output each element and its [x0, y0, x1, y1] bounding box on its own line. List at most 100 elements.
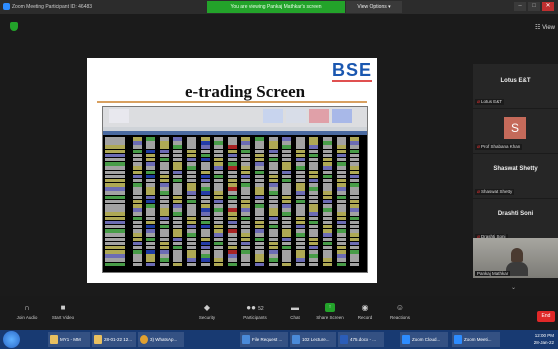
terminal-cell [187, 204, 196, 208]
terminal-cell [309, 166, 319, 170]
minimize-button[interactable]: – [514, 2, 526, 11]
terminal-cell [187, 170, 196, 174]
clock-time: 12:00 PM [534, 333, 554, 338]
terminal-cell [323, 199, 332, 204]
taskbar-item[interactable]: MY1 - MM [48, 332, 90, 347]
terminal-cell [146, 204, 156, 208]
terminal-cell [268, 212, 278, 216]
terminal-cell [173, 157, 183, 162]
terminal-cell [241, 204, 251, 208]
participant-tile[interactable]: Shaswat Shetty ⌀Shaswat Shetty [473, 154, 558, 198]
taskbar-item[interactable]: Zoom Cloud... [400, 332, 448, 347]
terminal-cell [200, 195, 210, 200]
taskbar-item[interactable]: File Request ... [240, 332, 288, 347]
terminal-cell [309, 141, 319, 145]
terminal-cell [323, 224, 332, 229]
terminal-cell [336, 262, 346, 267]
terminal-cell [282, 153, 292, 158]
start-video-button[interactable]: ■ Start Video [38, 296, 88, 330]
terminal-cell [159, 187, 169, 191]
participant-name: Shaswat Shetty [493, 166, 538, 172]
window-titlebar: Zoom Meeting Participant ID: 46483 You a… [0, 0, 558, 14]
end-meeting-button[interactable]: End [537, 311, 555, 322]
terminal-cell [146, 174, 156, 179]
terminal-cell [323, 237, 332, 241]
terminal-cell [268, 237, 278, 241]
terminal-cell [132, 170, 142, 174]
terminal-cell [214, 258, 224, 262]
terminal-cell [309, 157, 319, 162]
terminal-cell [241, 237, 251, 241]
terminal-panel-box [286, 109, 306, 123]
terminal-cell [200, 220, 210, 225]
taskbar-item[interactable]: 475.docx - ... [338, 332, 384, 347]
taskbar-clock[interactable]: 12:00 PM 28-Jan-22 [534, 332, 554, 346]
terminal-cell [336, 141, 346, 145]
taskbar-item[interactable]: 102 Lecture... [290, 332, 336, 347]
terminal-cell [159, 245, 169, 250]
terminal-cell [350, 191, 360, 195]
window-title: Zoom Meeting Participant ID: 46483 [12, 4, 93, 10]
terminal-cell [268, 199, 278, 204]
start-button-icon[interactable] [3, 331, 20, 348]
participant-tile[interactable]: Drashti Soni ⌀Drashti Soni [473, 199, 558, 243]
terminal-row [103, 262, 367, 267]
view-options-button[interactable]: View Options ▾ [346, 1, 402, 13]
terminal-cell [241, 145, 251, 149]
terminal-cell [255, 258, 264, 262]
terminal-cell [187, 178, 196, 183]
terminal-cell [255, 229, 264, 233]
terminal-cell [350, 224, 360, 229]
taskbar-item[interactable]: 28-01-22 12... [92, 332, 136, 347]
terminal-cell [268, 170, 278, 174]
terminal-cell [146, 262, 156, 267]
view-button[interactable]: ☷ View [535, 24, 555, 31]
terminal-cell [214, 220, 224, 225]
terminal-cell [132, 254, 142, 258]
chevron-down-icon[interactable]: ⌄ [511, 284, 516, 291]
terminal-cell [105, 183, 125, 187]
participant-label: ⌀Lotus E&T [475, 99, 505, 105]
taskbar-item[interactable]: 3) WhatsAp... [138, 332, 184, 347]
terminal-cell [146, 162, 156, 166]
terminal-cell [132, 153, 142, 158]
terminal-cell [105, 237, 125, 241]
terminal-cell [350, 137, 360, 141]
terminal-cell [255, 178, 264, 183]
terminal-cell [132, 250, 142, 254]
terminal-cell [146, 224, 156, 229]
terminal-cell [268, 183, 278, 187]
terminal-cell [214, 216, 224, 221]
terminal-cell [350, 195, 360, 200]
participant-tile[interactable]: S ⌀Prof Shabana Khan [473, 109, 558, 153]
maximize-button[interactable]: □ [528, 2, 540, 11]
terminal-cell [336, 237, 346, 241]
terminal-cell [336, 212, 346, 216]
terminal-cell [105, 204, 125, 208]
terminal-cell [295, 233, 305, 237]
terminal-cell [350, 212, 360, 216]
terminal-cell [159, 157, 169, 162]
terminal-cell [146, 233, 156, 237]
terminal-cell [105, 229, 125, 233]
terminal-cell [323, 174, 332, 179]
terminal-cell [350, 220, 360, 225]
terminal-cell [200, 187, 210, 191]
shield-icon[interactable] [10, 22, 18, 31]
chat-icon: ▬ [291, 303, 299, 312]
terminal-cell [336, 229, 346, 233]
terminal-cell [200, 241, 210, 246]
terminal-cell [159, 204, 169, 208]
terminal-cell [282, 241, 292, 246]
terminal-cell [132, 212, 142, 216]
taskbar-item[interactable]: Zoom Meeti... [452, 332, 500, 347]
participant-tile[interactable]: Lotus E&T ⌀Lotus E&T [473, 64, 558, 108]
terminal-cell [255, 195, 264, 200]
terminal-cell [214, 195, 224, 200]
terminal-cell [336, 199, 346, 204]
close-button[interactable]: ✕ [542, 2, 554, 11]
terminal-cell [255, 141, 264, 145]
participant-video-tile[interactable]: Pankaj Mathkar [473, 238, 558, 278]
terminal-cell [200, 174, 210, 179]
reactions-button[interactable]: ☺ Reactions [375, 296, 425, 330]
